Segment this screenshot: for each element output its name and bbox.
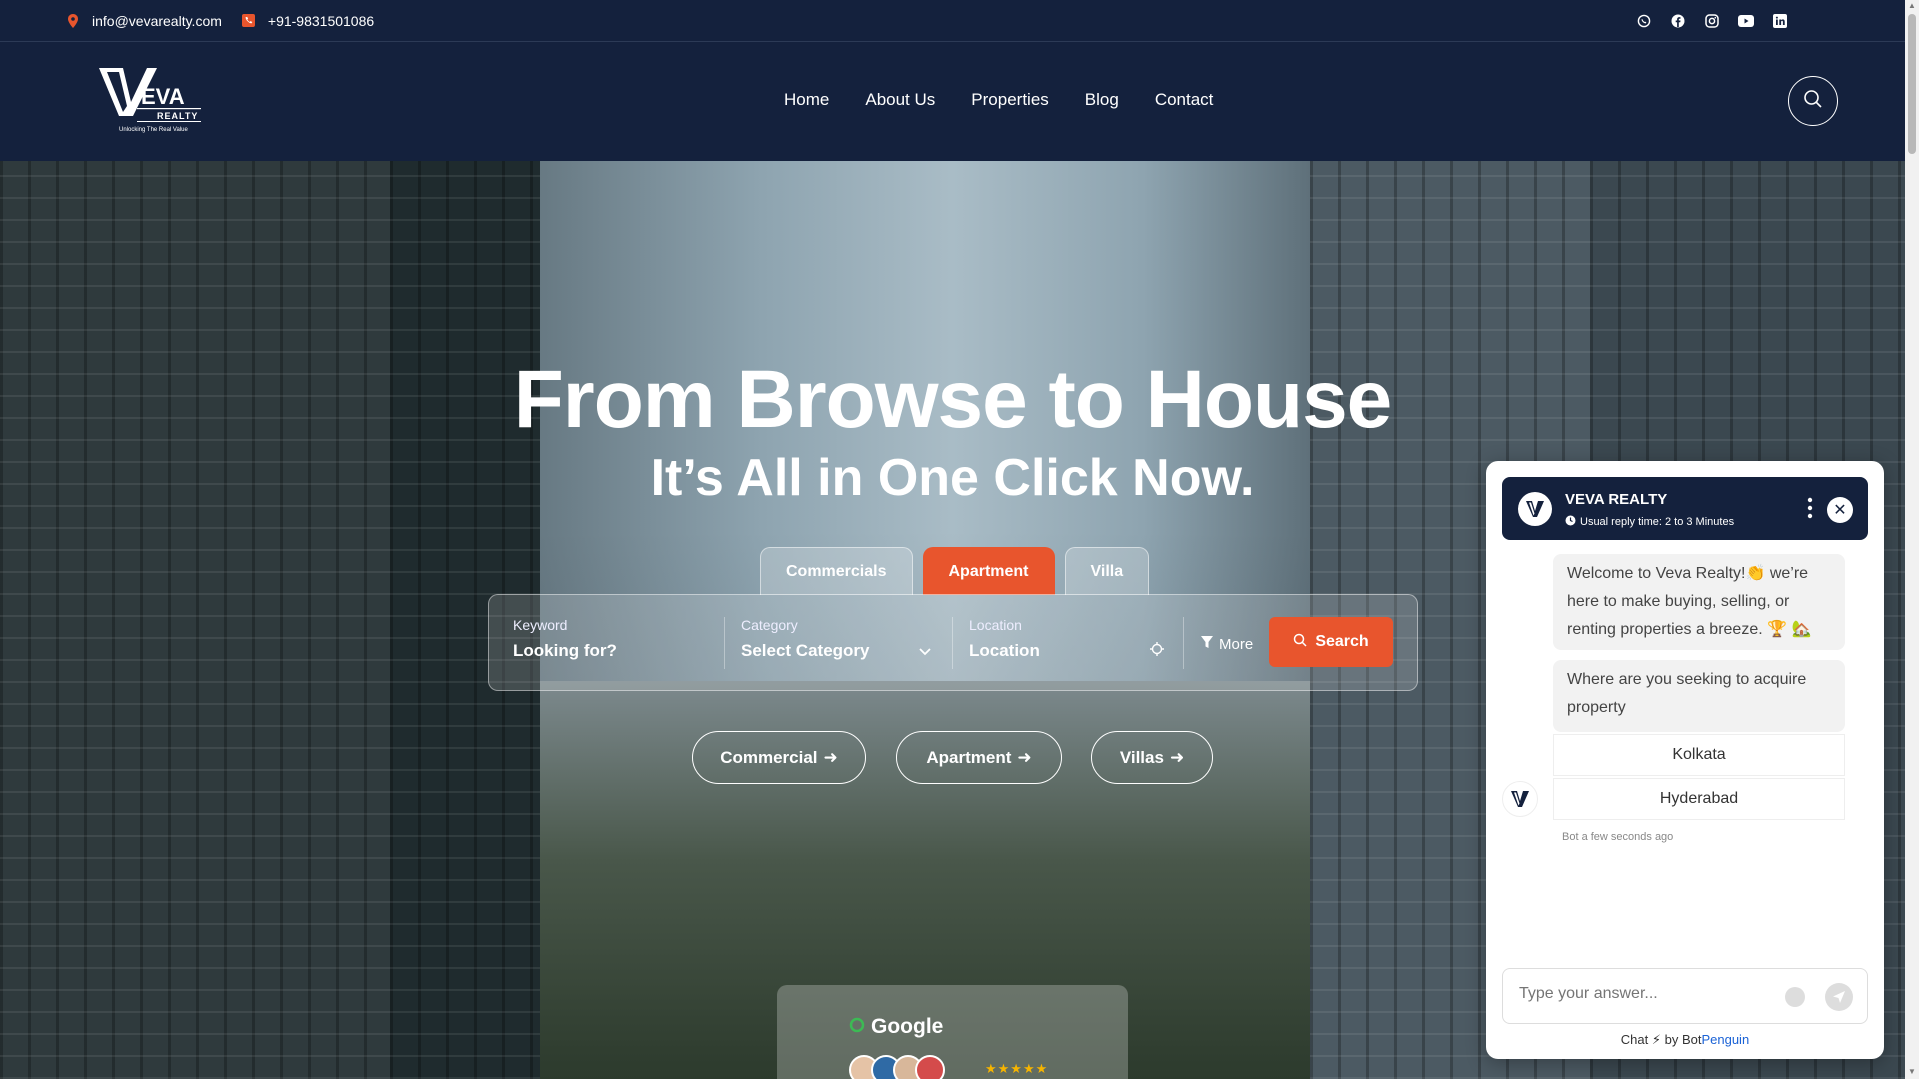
locate-me-icon[interactable] bbox=[1150, 641, 1164, 661]
veva-logo[interactable]: EVA REALTY Unlocking The Real Value bbox=[97, 66, 203, 136]
location-input[interactable]: Location bbox=[969, 641, 1040, 661]
svg-text:Unlocking The Real Value: Unlocking The Real Value bbox=[119, 127, 188, 133]
top-bar: info@vevarealty.com +91-9831501086 bbox=[0, 0, 1905, 42]
chat-option-hyderabad[interactable]: Hyderabad bbox=[1553, 778, 1845, 820]
email-contact[interactable]: info@vevarealty.com bbox=[66, 13, 222, 29]
keyword-field[interactable]: Keyword Looking for? bbox=[513, 617, 617, 661]
pill-villas[interactable]: Villas ➜ bbox=[1091, 731, 1213, 784]
search-icon bbox=[1803, 89, 1823, 114]
chat-footer-prefix: Chat ⚡ by Bot bbox=[1620, 1032, 1702, 1047]
header-search-button[interactable] bbox=[1788, 76, 1838, 126]
rating-stars: ★★★★★ bbox=[985, 1061, 1049, 1076]
email-text[interactable]: info@vevarealty.com bbox=[92, 13, 222, 29]
linkedin-icon[interactable] bbox=[1772, 13, 1788, 29]
chevron-down-icon bbox=[919, 641, 931, 661]
pill-commercial[interactable]: Commercial ➜ bbox=[692, 731, 866, 784]
tab-villa[interactable]: Villa bbox=[1064, 547, 1150, 595]
divider bbox=[724, 617, 725, 669]
chat-powered-by: Chat ⚡ by BotPenguin bbox=[1486, 1032, 1884, 1048]
arrow-right-icon: ➜ bbox=[1169, 747, 1185, 767]
hero-title: From Browse to House bbox=[513, 354, 1393, 445]
pill-apartment-label: Apartment bbox=[926, 747, 1012, 767]
social-links bbox=[1636, 13, 1788, 29]
search-button[interactable]: Search bbox=[1269, 617, 1393, 667]
chat-reply-time: Usual reply time: 2 to 3 Minutes bbox=[1565, 515, 1734, 529]
scrollbar-thumb[interactable] bbox=[1908, 14, 1916, 154]
pill-commercial-label: Commercial bbox=[720, 747, 818, 767]
botpenguin-link[interactable]: Penguin bbox=[1701, 1032, 1749, 1047]
chat-answer-input[interactable] bbox=[1519, 985, 1769, 1003]
chat-widget: VEVA REALTY Usual reply time: 2 to 3 Min… bbox=[1486, 461, 1884, 1059]
emoji-icon[interactable] bbox=[1785, 987, 1805, 1007]
pill-apartment[interactable]: Apartment ➜ bbox=[896, 731, 1062, 784]
nav-about-us[interactable]: About Us bbox=[865, 90, 935, 110]
chat-input-area bbox=[1502, 968, 1868, 1024]
whatsapp-icon[interactable] bbox=[1636, 13, 1652, 29]
youtube-icon[interactable] bbox=[1738, 13, 1754, 29]
page-scrollbar[interactable]: ▲ ▼ bbox=[1905, 0, 1919, 1079]
keyword-label: Keyword bbox=[513, 617, 568, 633]
send-button[interactable] bbox=[1825, 983, 1853, 1011]
tab-apartment[interactable]: Apartment bbox=[922, 547, 1055, 595]
chat-option-kolkata[interactable]: Kolkata bbox=[1553, 734, 1845, 776]
nav-contact[interactable]: Contact bbox=[1155, 90, 1214, 110]
category-label: Category bbox=[741, 617, 798, 633]
chat-close-button[interactable]: ✕ bbox=[1827, 497, 1853, 523]
clock-icon bbox=[1565, 515, 1576, 529]
scroll-down-arrow-icon[interactable]: ▼ bbox=[1908, 1068, 1916, 1076]
avatar bbox=[915, 1055, 945, 1079]
reviewer-avatars bbox=[849, 1055, 945, 1079]
site-header: EVA REALTY Unlocking The Real Value Home… bbox=[0, 42, 1905, 161]
reply-time-text: Usual reply time: 2 to 3 Minutes bbox=[1580, 516, 1735, 528]
chat-header: VEVA REALTY Usual reply time: 2 to 3 Min… bbox=[1502, 477, 1868, 540]
main-nav: Home About Us Properties Blog Contact bbox=[784, 90, 1213, 110]
divider bbox=[952, 617, 953, 669]
facebook-icon[interactable] bbox=[1670, 13, 1686, 29]
location-input-wrap[interactable]: Location bbox=[969, 641, 1164, 661]
chat-bot-name: VEVA REALTY bbox=[1565, 491, 1668, 508]
category-value-text: Select Category bbox=[741, 641, 870, 660]
arrow-right-icon: ➜ bbox=[1017, 747, 1032, 767]
search-button-label: Search bbox=[1315, 633, 1369, 650]
category-select[interactable]: Category Select Category bbox=[741, 617, 931, 661]
filter-icon bbox=[1201, 636, 1213, 653]
property-type-tabs: Commercials Apartment Villa bbox=[760, 547, 1150, 595]
location-pin-icon bbox=[66, 13, 80, 28]
arrow-right-icon: ➜ bbox=[823, 747, 838, 767]
more-filters-button[interactable]: More bbox=[1201, 636, 1253, 653]
google-title-text: Google bbox=[871, 1015, 944, 1038]
chat-menu-icon[interactable] bbox=[1807, 497, 1813, 524]
chat-avatar bbox=[1518, 492, 1552, 526]
location-field[interactable]: Location Location bbox=[969, 617, 1164, 661]
google-title: Google bbox=[849, 1015, 943, 1039]
tab-commercials[interactable]: Commercials bbox=[760, 547, 913, 595]
svg-text:REALTY: REALTY bbox=[157, 111, 198, 121]
google-reviews-card[interactable]: Google ★★★★★ bbox=[777, 985, 1128, 1079]
close-icon: ✕ bbox=[1833, 502, 1847, 519]
nav-home[interactable]: Home bbox=[784, 90, 829, 110]
divider bbox=[1183, 617, 1184, 669]
chat-welcome-message: Welcome to Veva Realty!👏 we’re here to m… bbox=[1553, 554, 1845, 650]
phone-contact[interactable]: +91-9831501086 bbox=[242, 13, 374, 29]
property-search-form: Keyword Looking for? Category Select Cat… bbox=[488, 594, 1418, 691]
building-left-image bbox=[0, 161, 390, 1079]
chat-timestamp: Bot a few seconds ago bbox=[1562, 831, 1674, 843]
search-icon bbox=[1293, 633, 1307, 652]
pill-villas-label: Villas bbox=[1119, 747, 1164, 767]
scroll-up-arrow-icon[interactable]: ▲ bbox=[1908, 2, 1916, 10]
phone-text[interactable]: +91-9831501086 bbox=[268, 13, 374, 29]
google-icon bbox=[849, 1015, 865, 1039]
svg-text:EVA: EVA bbox=[141, 84, 185, 109]
instagram-icon[interactable] bbox=[1704, 13, 1720, 29]
chat-question-message: Where are you seeking to acquire propert… bbox=[1553, 660, 1845, 732]
category-value[interactable]: Select Category bbox=[741, 641, 931, 661]
phone-icon bbox=[242, 14, 256, 28]
location-label: Location bbox=[969, 617, 1022, 633]
bot-avatar bbox=[1502, 781, 1538, 817]
nav-blog[interactable]: Blog bbox=[1085, 90, 1119, 110]
keyword-input[interactable]: Looking for? bbox=[513, 641, 617, 661]
more-label: More bbox=[1219, 636, 1254, 653]
nav-properties[interactable]: Properties bbox=[971, 90, 1048, 110]
